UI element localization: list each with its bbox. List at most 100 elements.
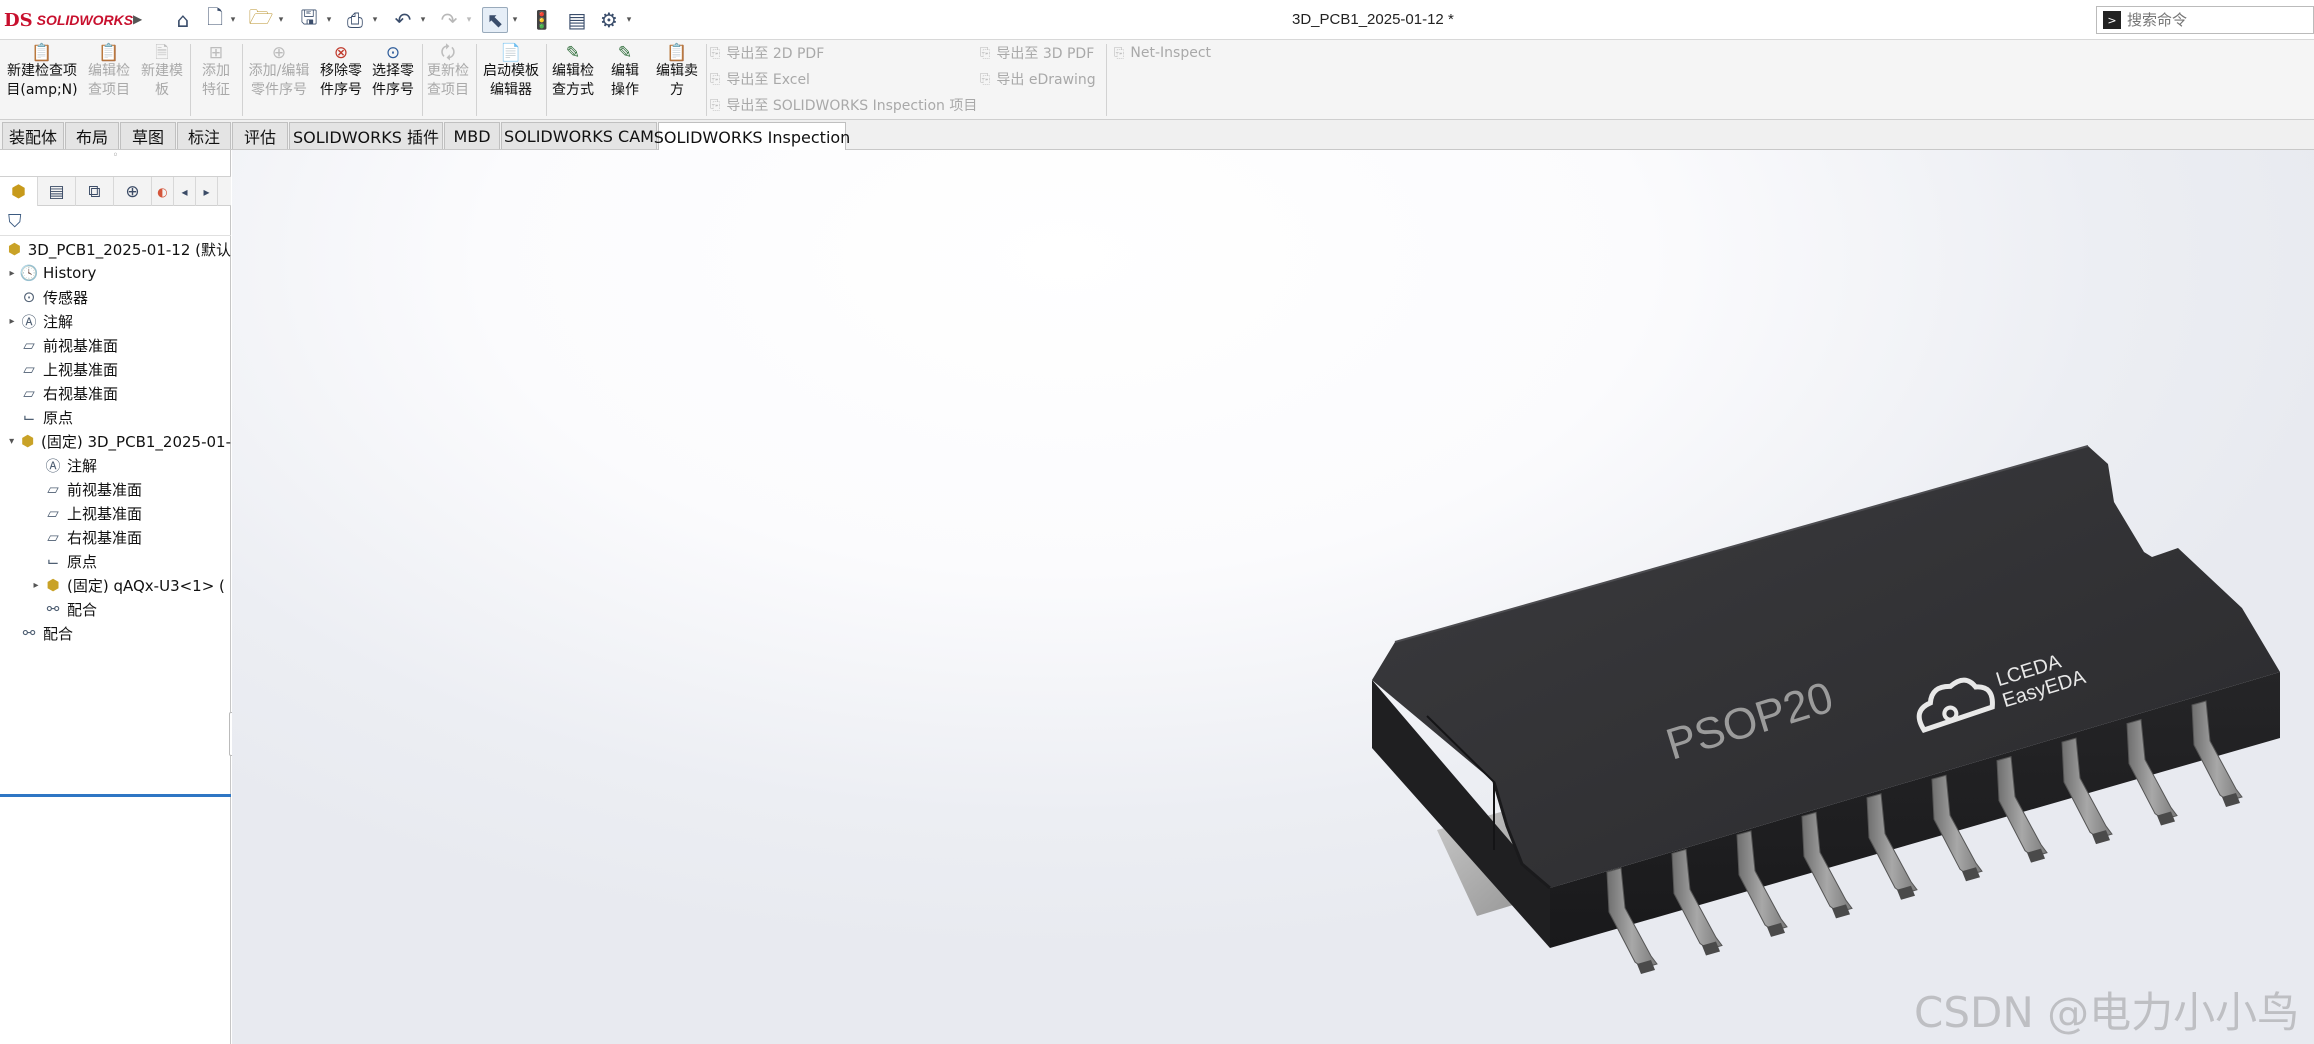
export-inspection-project-button[interactable]: ⎘ 导出至 SOLIDWORKS Inspection 项目 [710, 94, 977, 116]
tree-item-mates[interactable]: ⚯ 配合 [0, 621, 231, 645]
tree-item-sub-front-plane[interactable]: ▱ 前视基准面 [0, 477, 231, 501]
solidworks-logo[interactable]: DS SOLIDWORKS [4, 7, 133, 33]
tree-item-root-assembly[interactable]: ⬢ 3D_PCB1_2025-01-12 (默认 [0, 237, 231, 261]
new-inspection-button[interactable]: 📋 新建检查项目(amp;N) [4, 44, 80, 116]
graphics-area[interactable]: PSOP20 LCEDA EasyEDA CSDN @电力小小鸟 [232, 150, 2314, 1044]
tree-item-sub-mates[interactable]: ⚯ 配合 [0, 597, 231, 621]
tab-scroll-right-icon[interactable]: ▸ [196, 177, 218, 206]
redo-dropdown-icon[interactable]: ▾ [464, 7, 474, 33]
new-inspection-icon: 📋 [31, 43, 53, 63]
configuration-manager-icon[interactable]: ⧉ [76, 177, 114, 206]
tab-layout[interactable]: 布局 [65, 122, 119, 149]
tab-assembly[interactable]: 装配体 [2, 122, 64, 149]
menu-expand-arrow-icon[interactable]: ▶ [133, 12, 142, 26]
export-3d-pdf-icon: ⎘ [980, 45, 991, 61]
display-manager-icon[interactable]: ◐ [152, 177, 174, 206]
export-excel-label: 导出至 Excel [726, 72, 810, 88]
save-dropdown-icon[interactable]: ▾ [324, 7, 334, 33]
open-file-dropdown-icon[interactable]: ▾ [276, 7, 286, 33]
select-balloon-button[interactable]: ⊙ 选择零件序号 [368, 44, 418, 116]
new-file-dropdown-icon[interactable]: ▾ [228, 7, 238, 33]
select-icon[interactable]: ⬉ [482, 7, 508, 33]
chip-3d-model[interactable]: PSOP20 LCEDA EasyEDA [232, 150, 2314, 1044]
new-file-icon[interactable]: 🗋 [203, 5, 227, 33]
tree-item-origin[interactable]: ⌙ 原点 [0, 405, 231, 429]
redo-icon[interactable]: ↷ [436, 7, 462, 33]
panel-collapse-handle[interactable]: ◦ [0, 150, 231, 166]
template-editor-icon: 📄 [500, 43, 522, 63]
remove-balloon-button[interactable]: ⊗ 移除零件序号 [316, 44, 366, 116]
open-file-icon[interactable]: 🗁 [248, 5, 274, 33]
ribbon-separator [422, 44, 423, 116]
net-inspect-button[interactable]: ⎘ Net-Inspect [1114, 42, 1211, 64]
select-dropdown-icon[interactable]: ▾ [510, 7, 520, 33]
print-dropdown-icon[interactable]: ▾ [370, 7, 380, 33]
tree-item-sub-top-plane[interactable]: ▱ 上视基准面 [0, 501, 231, 525]
edit-inspection-method-button[interactable]: ✎ 编辑检查方式 [548, 44, 598, 116]
collapse-arrow-icon[interactable]: ▾ [6, 436, 17, 447]
tree-item-right-plane[interactable]: ▱ 右视基准面 [0, 381, 231, 405]
tree-item-part[interactable]: ▸ ⬢ (固定) qAQx-U3<1> ( [0, 573, 231, 597]
export-2d-pdf-button[interactable]: ⎘ 导出至 2D PDF [710, 42, 824, 64]
save-icon[interactable]: 🖫 [296, 5, 322, 33]
annotation-icon: Ⓐ [45, 456, 61, 475]
tree-item-label: History [43, 264, 97, 282]
tab-sketch[interactable]: 草图 [120, 122, 176, 149]
rollback-bar[interactable] [0, 794, 231, 797]
add-edit-balloon-button[interactable]: ⊕ 添加/编辑零件序号 [244, 44, 314, 116]
tree-item-top-plane[interactable]: ▱ 上视基准面 [0, 357, 231, 381]
export-inspection-project-icon: ⎘ [710, 97, 721, 113]
tab-evaluate[interactable]: 评估 [232, 122, 288, 149]
feature-manager-tree-icon[interactable]: ⬢ [0, 177, 38, 206]
tree-item-sub-assembly[interactable]: ▾ ⬢ (固定) 3D_PCB1_2025-01- [0, 429, 231, 453]
tab-solidworks-inspection[interactable]: SOLIDWORKS Inspection [654, 122, 850, 151]
expand-arrow-icon[interactable]: ▸ [6, 316, 18, 327]
expand-arrow-icon[interactable]: ▸ [6, 268, 18, 279]
export-excel-icon: ⎘ [710, 71, 721, 87]
edit-vendor-button[interactable]: 📋 编辑卖方 [652, 44, 702, 116]
file-properties-icon[interactable]: ▤ [564, 7, 590, 33]
tree-item-sub-annotations[interactable]: Ⓐ 注解 [0, 453, 231, 477]
home-icon[interactable]: ⌂ [170, 7, 196, 33]
tree-item-label: 3D_PCB1_2025-01-12 (默认 [27, 240, 231, 259]
dimxpert-manager-icon[interactable]: ⊕ [114, 177, 152, 206]
options-dropdown-icon[interactable]: ▾ [624, 7, 634, 33]
launch-template-editor-button[interactable]: 📄 启动模板编辑器 [478, 44, 544, 116]
undo-icon[interactable]: ↶ [390, 7, 416, 33]
tree-item-sub-right-plane[interactable]: ▱ 右视基准面 [0, 525, 231, 549]
tree-item-front-plane[interactable]: ▱ 前视基准面 [0, 333, 231, 357]
tree-item-label: 原点 [43, 408, 74, 427]
new-template-button[interactable]: 🗎 新建模板 [137, 44, 187, 116]
search-commands-input[interactable] [2127, 11, 2307, 29]
mates-icon: ⚯ [46, 600, 60, 618]
tab-markup[interactable]: 标注 [177, 122, 231, 149]
rebuild-icon[interactable]: 🚦 [530, 7, 554, 33]
tab-mbd[interactable]: MBD [444, 122, 500, 149]
command-manager-tabs: 装配体 布局 草图 标注 评估 SOLIDWORKS 插件 MBD SOLIDW… [0, 120, 2314, 266]
tree-item-annotations[interactable]: ▸ Ⓐ 注解 [0, 309, 231, 333]
tree-item-sensors[interactable]: ⊙ 传感器 [0, 285, 231, 309]
add-feature-button[interactable]: ⊞ 添加特征 [192, 44, 240, 116]
undo-dropdown-icon[interactable]: ▾ [418, 7, 428, 33]
select-balloon-icon: ⊙ [385, 43, 401, 63]
property-manager-icon[interactable]: ▤ [38, 177, 76, 206]
tab-solidworks-addins[interactable]: SOLIDWORKS 插件 [289, 122, 443, 149]
tab-solidworks-cam[interactable]: SOLIDWORKS CAM [501, 122, 657, 149]
search-commands-box[interactable]: > [2096, 6, 2314, 34]
expand-arrow-icon[interactable]: ▸ [30, 580, 42, 591]
tab-scroll-left-icon[interactable]: ◂ [174, 177, 196, 206]
edit-inspection-button[interactable]: 📋 编辑检查项目 [84, 44, 134, 116]
tree-item-sub-origin[interactable]: ⌙ 原点 [0, 549, 231, 573]
export-3d-pdf-button[interactable]: ⎘ 导出至 3D PDF [980, 42, 1094, 64]
tree-item-history[interactable]: ▸ 🕓 History [0, 261, 231, 285]
print-icon[interactable]: ⎙ [342, 7, 368, 33]
update-inspection-button[interactable]: 🗘 更新检查项目 [424, 44, 472, 116]
tree-item-label: 右视基准面 [43, 384, 119, 403]
edit-operation-button[interactable]: ✎ 编辑操作 [600, 44, 650, 116]
options-icon[interactable]: ⚙ [596, 7, 622, 33]
ribbon-separator [190, 44, 191, 116]
update-inspection-label: 更新检查项目 [427, 63, 469, 98]
filter-icon[interactable]: ⛉ [8, 211, 22, 232]
export-excel-button[interactable]: ⎘ 导出至 Excel [710, 68, 810, 90]
export-edrawing-button[interactable]: ⎘ 导出 eDrawing [980, 68, 1096, 90]
